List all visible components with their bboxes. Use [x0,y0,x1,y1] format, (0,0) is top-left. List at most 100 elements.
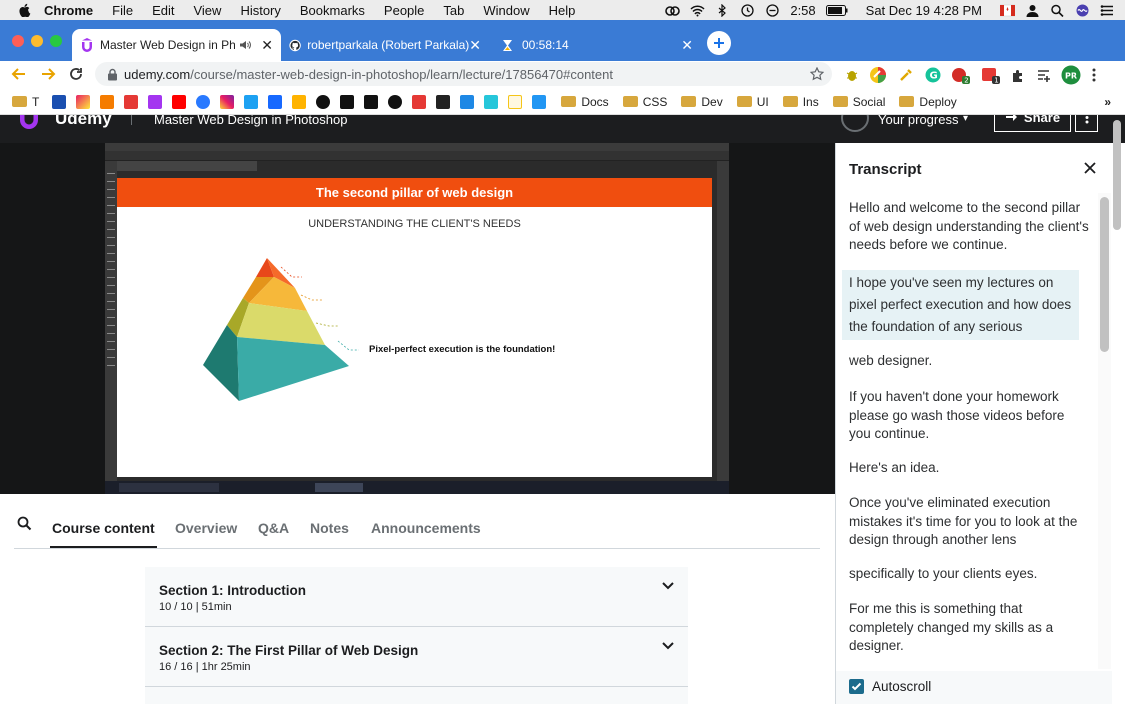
menubar-clock[interactable]: Sat Dec 19 4:28 PM [866,3,982,18]
bookmark-behance-icon[interactable] [268,94,283,109]
siri-icon[interactable] [1075,4,1090,17]
progress-label[interactable]: Your progress [878,115,958,127]
bookmark-dev-icon[interactable] [364,94,379,109]
transcript-cue[interactable]: Hello and welcome to the second pillar o… [849,199,1089,255]
window-zoom-button[interactable] [50,35,62,47]
tab-github-profile[interactable]: robertparkala (Robert Parkala) ✕ [281,29,489,61]
close-icon[interactable] [1083,161,1097,175]
bookmark-codepen-icon[interactable] [436,94,451,109]
bookmark-folder-deploy[interactable]: Deploy [899,95,957,109]
bookmark-stack-icon[interactable] [292,94,307,109]
color-picker-extension-icon[interactable] [869,66,887,84]
bookmark-folder-ui[interactable]: UI [736,95,769,109]
spotlight-search-icon[interactable] [1050,4,1065,17]
chevron-down-icon[interactable]: ▾ [963,115,968,124]
bookmark-folder-t[interactable]: T [12,95,39,109]
transcript-cue[interactable]: Here's an idea. [849,459,1089,478]
tab-qa[interactable]: Q&A [258,520,289,536]
transcript-cue[interactable]: specifically to your clients eyes. [849,565,1089,584]
autoscroll-label[interactable]: Autoscroll [872,679,931,694]
menu-help[interactable]: Help [549,3,576,18]
bookmark-bulb-icon[interactable] [508,94,523,109]
puzzle-extensions-icon[interactable] [1011,68,1026,83]
bookmark-s-icon[interactable] [412,94,427,109]
bookmark-youtube-icon[interactable] [172,94,187,109]
udemy-logo-text[interactable]: Udemy [55,115,112,129]
bug-extension-icon[interactable] [845,68,859,82]
window-minimize-button[interactable] [31,35,43,47]
menu-edit[interactable]: Edit [152,3,174,18]
menu-people[interactable]: People [384,3,424,18]
transcript-scrollbar[interactable] [1100,197,1109,352]
bookmark-folder-docs[interactable]: Docs [561,95,609,109]
page-scrollbar[interactable] [1113,120,1121,230]
tab-udemy-course[interactable]: Master Web Design in Phot ✕ [72,29,281,61]
menu-window[interactable]: Window [483,3,529,18]
timer-icon[interactable] [765,3,780,17]
bookmark-red-app-icon[interactable] [124,94,139,109]
udemy-logo-icon[interactable] [18,115,40,129]
bookmark-messenger-icon[interactable] [196,94,211,109]
tab-announcements[interactable]: Announcements [371,520,481,536]
menu-app-name[interactable]: Chrome [44,3,93,18]
bookmark-d-icon[interactable] [388,94,403,109]
bookmark-t-icon[interactable] [532,94,547,109]
bookmark-shield-icon[interactable] [52,94,67,109]
reload-icon[interactable] [68,66,84,82]
bookmark-folder-css[interactable]: CSS [622,95,667,109]
menu-tab[interactable]: Tab [443,3,464,18]
transcript-cue[interactable]: For me this is something that completely… [849,600,1089,656]
autoscroll-checkbox[interactable] [849,679,864,694]
bookmark-instagram-icon[interactable] [220,94,235,109]
bookmark-star-icon[interactable] [810,67,824,81]
chevron-down-icon[interactable] [661,641,675,651]
forward-arrow-icon[interactable] [40,66,56,82]
time-machine-icon[interactable] [740,3,755,17]
tab-close-icon[interactable]: ✕ [261,37,273,54]
section-accordion[interactable]: Section 1: Introduction 10 / 10 | 51min [145,567,688,627]
control-center-icon[interactable] [1100,4,1115,17]
apple-icon[interactable] [18,3,32,17]
battery-icon[interactable] [825,4,848,16]
bookmark-github-icon[interactable] [316,94,331,109]
wifi-icon[interactable] [690,4,705,17]
audio-playing-icon[interactable] [239,40,251,50]
tab-close-icon[interactable]: ✕ [681,37,693,54]
bookmark-star-icon[interactable] [76,94,91,109]
tab-course-content[interactable]: Course content [52,520,155,536]
tab-notes[interactable]: Notes [310,520,349,536]
back-arrow-icon[interactable] [11,66,27,82]
section-accordion[interactable] [145,687,688,704]
tab-overview[interactable]: Overview [175,520,237,536]
chevron-down-icon[interactable] [661,581,675,591]
profile-avatar[interactable]: PR [1061,65,1081,85]
menu-file[interactable]: File [112,3,133,18]
tab-timer[interactable]: 00:58:14 ✕ [493,29,701,61]
transcript-cue[interactable]: Once you've eliminated execution mistake… [849,494,1089,550]
new-tab-button[interactable] [707,31,731,55]
transcript-cue[interactable]: web designer. [849,352,1089,371]
tab-close-icon[interactable]: ✕ [469,37,481,54]
bookmark-pipe-icon[interactable] [100,94,115,109]
bookmark-teal-app-icon[interactable] [484,94,499,109]
user-icon[interactable] [1025,4,1040,17]
chrome-menu-icon[interactable] [1091,68,1097,82]
transcript-cue[interactable]: If you haven't done your homework please… [849,388,1089,444]
menu-history[interactable]: History [240,3,280,18]
section-accordion[interactable]: Section 2: The First Pillar of Web Desig… [145,627,688,687]
lock-icon[interactable] [107,68,118,81]
share-button[interactable]: Share [994,115,1071,132]
canada-flag-icon[interactable] [1000,4,1015,17]
bookmark-folder-ins[interactable]: Ins [782,95,819,109]
address-bar[interactable]: udemy.com/course/master-web-design-in-ph… [95,62,832,86]
grammarly-extension-icon[interactable]: G [925,67,941,83]
eyedropper-extension-icon[interactable] [897,66,915,84]
search-icon[interactable] [17,516,32,531]
reading-list-icon[interactable] [1036,68,1051,83]
menu-bookmarks[interactable]: Bookmarks [300,3,365,18]
window-close-button[interactable] [12,35,24,47]
bookmark-blue-app-icon[interactable] [460,94,475,109]
bookmark-udemy-icon[interactable] [148,94,163,109]
progress-ring-icon[interactable] [840,115,870,133]
transcript-cue-active[interactable]: I hope you've seen my lectures on pixel … [842,270,1079,340]
